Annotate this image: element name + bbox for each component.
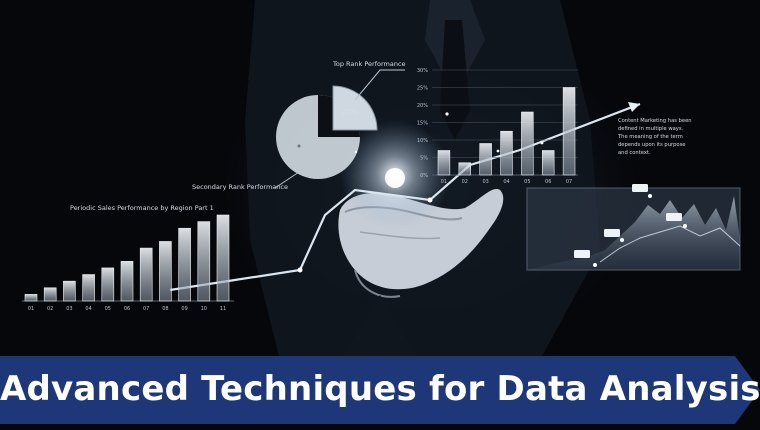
hero-image: 01 02 03 04 05 06 07 08 09 10 11 Periodic Sales Pe… xyxy=(0,0,760,430)
note-line-1: Content Marketing has been xyxy=(618,118,692,124)
left-bar xyxy=(216,214,230,302)
note-line-4: depends upon its purpose xyxy=(618,142,686,148)
top-rank-label: Top Rank Performance xyxy=(332,60,406,68)
page-title: Advanced Techniques for Data Analysis xyxy=(0,369,760,409)
right-y-tick: 25% xyxy=(417,86,428,92)
right-x-tick: 06 xyxy=(545,179,551,185)
right-x-tick: 05 xyxy=(524,179,530,185)
left-tick-label: 03 xyxy=(66,306,72,312)
note-line-5: and context. xyxy=(618,150,651,156)
note-line-2: defined in multiple ways. xyxy=(618,126,684,132)
right-y-tick: 15% xyxy=(417,121,428,127)
left-bar xyxy=(120,261,134,302)
right-bar xyxy=(437,150,451,176)
right-x-tick: 04 xyxy=(503,179,509,185)
right-bar xyxy=(479,143,492,176)
left-tick-label: 05 xyxy=(105,306,111,312)
right-bar xyxy=(562,87,576,176)
right-bar xyxy=(521,111,534,176)
left-bar xyxy=(24,294,38,302)
left-tick-label: 07 xyxy=(143,306,149,312)
left-bar xyxy=(82,274,95,302)
left-tick-label: 02 xyxy=(47,306,53,312)
periodic-sales-chart: 01 02 03 04 05 06 07 08 09 10 11 xyxy=(22,214,234,312)
left-bar xyxy=(101,267,115,302)
left-tick-label: 08 xyxy=(162,306,168,312)
right-y-tick: 5% xyxy=(420,156,428,162)
glow-core xyxy=(385,168,405,188)
left-bar xyxy=(197,221,211,302)
pie-percent-label: 25% xyxy=(342,108,358,116)
left-bar xyxy=(178,227,191,302)
left-tick-label: 09 xyxy=(181,306,187,312)
content-note: Content Marketing has been defined in mu… xyxy=(617,118,692,156)
right-y-tick: 10% xyxy=(417,138,428,144)
area-chart-panel xyxy=(526,184,741,271)
secondary-rank-label: Secondary Rank Performance xyxy=(192,183,288,191)
left-tick-label: 01 xyxy=(28,306,34,312)
right-bar xyxy=(500,130,513,176)
left-bar xyxy=(63,280,76,302)
right-y-tick: 0% xyxy=(420,173,428,179)
left-bar xyxy=(43,287,57,302)
left-bar xyxy=(139,247,153,302)
right-x-tick: 03 xyxy=(482,179,488,185)
left-tick-label: 10 xyxy=(201,306,207,312)
right-x-tick: 02 xyxy=(462,179,468,185)
right-y-tick: 30% xyxy=(417,68,428,74)
right-x-tick: 07 xyxy=(566,179,572,185)
left-chart-title: Periodic Sales Performance by Region Par… xyxy=(70,204,214,212)
left-tick-label: 04 xyxy=(85,306,91,312)
left-tick-label: 06 xyxy=(124,306,130,312)
note-line-3: The meaning of the term xyxy=(617,134,683,140)
right-bar xyxy=(541,150,555,176)
left-tick-label: 11 xyxy=(220,306,226,312)
left-bar xyxy=(159,241,172,302)
right-bar xyxy=(458,162,472,176)
right-y-tick: 20% xyxy=(417,103,428,109)
right-x-tick: 01 xyxy=(441,179,447,185)
